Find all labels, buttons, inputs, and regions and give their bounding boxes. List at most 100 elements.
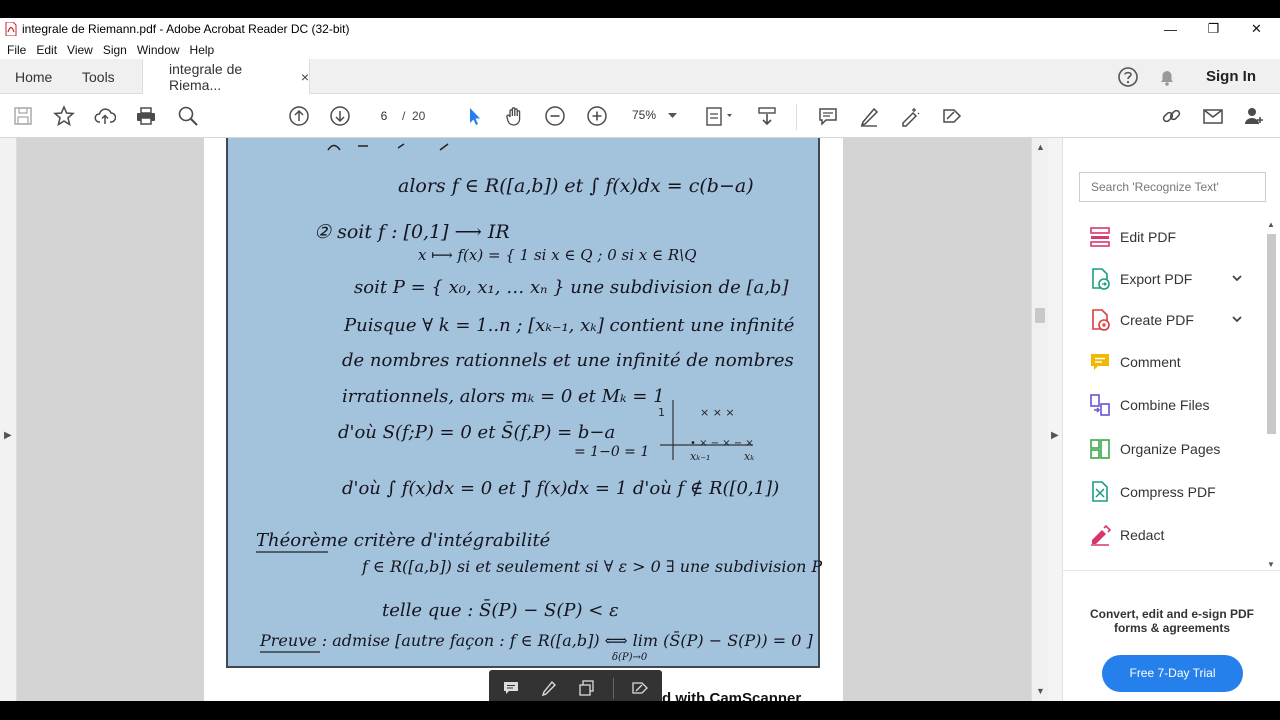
tab-document-label: integrale de Riema... xyxy=(169,61,243,93)
scroll-up-icon[interactable]: ▲ xyxy=(1036,142,1045,152)
tools-pane-scrollbar[interactable]: ▲ ▼ xyxy=(1264,220,1278,570)
select-tool-button[interactable] xyxy=(461,103,487,129)
organize-pages-icon xyxy=(1090,439,1110,459)
hw-line-0: alors f ∈ R([a,b]) et ∫ f(x)dx = c(b−a) xyxy=(398,175,754,197)
scroll-down-icon[interactable]: ▼ xyxy=(1267,560,1275,569)
upload-cloud-button[interactable] xyxy=(92,103,118,129)
scroll-icon xyxy=(758,107,776,126)
help-icon[interactable] xyxy=(1117,66,1139,88)
scroll-up-icon[interactable]: ▲ xyxy=(1267,220,1275,229)
tool-export-pdf[interactable]: Export PDF xyxy=(1088,264,1248,294)
next-page-button[interactable] xyxy=(327,103,353,129)
hand-tool-button[interactable] xyxy=(502,103,528,129)
tool-compress-pdf[interactable]: Compress PDF xyxy=(1088,477,1248,507)
chevron-down-icon xyxy=(668,113,677,118)
hw-line-13: Preuve : admise [autre façon : f ∈ R([a,… xyxy=(259,629,813,650)
letterbox-bottom xyxy=(0,701,1280,720)
toolbar-divider xyxy=(796,104,797,130)
chevron-down-icon[interactable] xyxy=(1231,313,1243,325)
tab-home-label: Home xyxy=(15,68,53,85)
email-button[interactable] xyxy=(1200,103,1226,129)
pdf-page: alors f ∈ R([a,b]) et ∫ f(x)dx = c(b−a) … xyxy=(204,138,843,701)
left-panel-toggle[interactable]: ▶ xyxy=(0,138,17,701)
add-user-icon xyxy=(1245,108,1263,124)
promo-text: Convert, edit and e-sign PDF forms & agr… xyxy=(1089,607,1254,635)
svg-text:× × ×: × × × xyxy=(700,406,735,419)
comment-button[interactable] xyxy=(815,103,841,129)
menu-help[interactable]: Help xyxy=(185,43,220,57)
menu-window[interactable]: Window xyxy=(132,43,185,57)
tool-comment[interactable]: Comment xyxy=(1088,347,1248,377)
close-window-button[interactable]: ✕ xyxy=(1235,18,1278,40)
print-icon xyxy=(137,107,155,125)
minimize-button[interactable]: — xyxy=(1149,18,1192,40)
hw-line-1: ② soit f : [0,1] ⟶ IR xyxy=(314,221,510,243)
page-number-input[interactable]: 6 xyxy=(369,105,399,127)
save-button[interactable] xyxy=(10,103,36,129)
tool-create-pdf[interactable]: Create PDF xyxy=(1088,305,1248,335)
scroll-mode-button[interactable] xyxy=(754,103,780,129)
add-person-button[interactable] xyxy=(1241,103,1267,129)
float-copy-icon[interactable] xyxy=(578,679,596,697)
document-scrollbar[interactable]: ▲ ▼ xyxy=(1031,138,1048,701)
notifications-bell-icon[interactable] xyxy=(1157,67,1177,87)
tool-redact[interactable]: Redact xyxy=(1088,520,1248,550)
page-separator: / xyxy=(402,109,406,123)
hw-line-8: = 1−0 = 1 xyxy=(574,444,649,460)
chevron-down-icon[interactable] xyxy=(1231,272,1243,284)
menu-sign[interactable]: Sign xyxy=(98,43,132,57)
scroll-thumb[interactable] xyxy=(1035,308,1045,323)
zoom-in-button[interactable] xyxy=(584,103,610,129)
recognize-text-search-input[interactable]: Search 'Recognize Text' xyxy=(1079,172,1266,202)
page-layout-button[interactable] xyxy=(701,103,737,129)
close-tab-icon[interactable]: × xyxy=(301,69,309,85)
zoom-level-select[interactable]: 75% xyxy=(622,105,684,127)
svg-text:xₖ: xₖ xyxy=(744,450,754,463)
tool-edit-pdf[interactable]: Edit PDF xyxy=(1088,222,1248,252)
send-for-signature-button[interactable] xyxy=(939,103,965,129)
right-panel-toggle[interactable]: ▶ xyxy=(1048,138,1063,701)
cursor-arrow-icon xyxy=(470,108,480,125)
cloud-upload-icon xyxy=(94,108,116,124)
plus-circle-icon xyxy=(587,106,607,126)
hw-line-4: Puisque ∀ k = 1..n ; [xₖ₋₁, xₖ] contient… xyxy=(343,315,795,336)
float-sign-icon[interactable] xyxy=(631,679,649,697)
tool-organize-pages[interactable]: Organize Pages xyxy=(1088,434,1248,464)
export-pdf-icon xyxy=(1092,268,1110,290)
pen-icon xyxy=(860,107,879,127)
tab-home[interactable]: Home xyxy=(15,59,52,94)
tool-combine-files[interactable]: Combine Files xyxy=(1088,390,1248,420)
hw-line-7: d'où S(f;P) = 0 et S̄(f,P) = b−a xyxy=(338,420,615,443)
menu-file[interactable]: File xyxy=(2,43,31,57)
print-button[interactable] xyxy=(133,103,159,129)
document-view[interactable]: ▶ alors f ∈ R([a,b]) et ∫ f(x)dx = c(b−a… xyxy=(0,138,1048,701)
scroll-down-icon[interactable]: ▼ xyxy=(1036,686,1045,696)
free-trial-button[interactable]: Free 7-Day Trial xyxy=(1102,655,1243,692)
fill-sign-icon xyxy=(902,108,920,127)
float-pen-icon[interactable] xyxy=(540,679,558,697)
hw-line-3: soit P = { x₀, x₁, … xₙ } une subdivisio… xyxy=(354,277,789,298)
tool-label: Export PDF xyxy=(1120,271,1193,287)
tab-document[interactable]: integrale de Riema... × xyxy=(142,59,310,95)
previous-page-button[interactable] xyxy=(286,103,312,129)
float-comment-icon[interactable] xyxy=(502,679,520,697)
fill-sign-button[interactable] xyxy=(897,103,923,129)
save-icon xyxy=(14,107,32,125)
float-divider xyxy=(613,678,614,699)
tab-tools[interactable]: Tools xyxy=(82,59,115,94)
arrow-up-circle-icon xyxy=(289,106,309,126)
sign-in-link[interactable]: Sign In xyxy=(1206,68,1256,85)
bookmark-star-button[interactable] xyxy=(51,103,77,129)
handwriting-layer: alors f ∈ R([a,b]) et ∫ f(x)dx = c(b−a) … xyxy=(256,143,822,663)
hw-line-2: x ⟼ f(x) = { 1 si x ∈ Q ; 0 si x ∈ R\Q xyxy=(418,246,697,264)
menu-edit[interactable]: Edit xyxy=(31,43,62,57)
redact-icon xyxy=(1091,524,1112,546)
zoom-out-button[interactable] xyxy=(542,103,568,129)
acrobat-window: integrale de Riemann.pdf - Adobe Acrobat… xyxy=(0,18,1280,701)
scroll-thumb[interactable] xyxy=(1267,234,1276,434)
highlight-button[interactable] xyxy=(856,103,882,129)
share-link-button[interactable] xyxy=(1159,103,1185,129)
menu-view[interactable]: View xyxy=(62,43,98,57)
find-button[interactable] xyxy=(175,103,201,129)
restore-button[interactable]: ❐ xyxy=(1192,18,1235,40)
